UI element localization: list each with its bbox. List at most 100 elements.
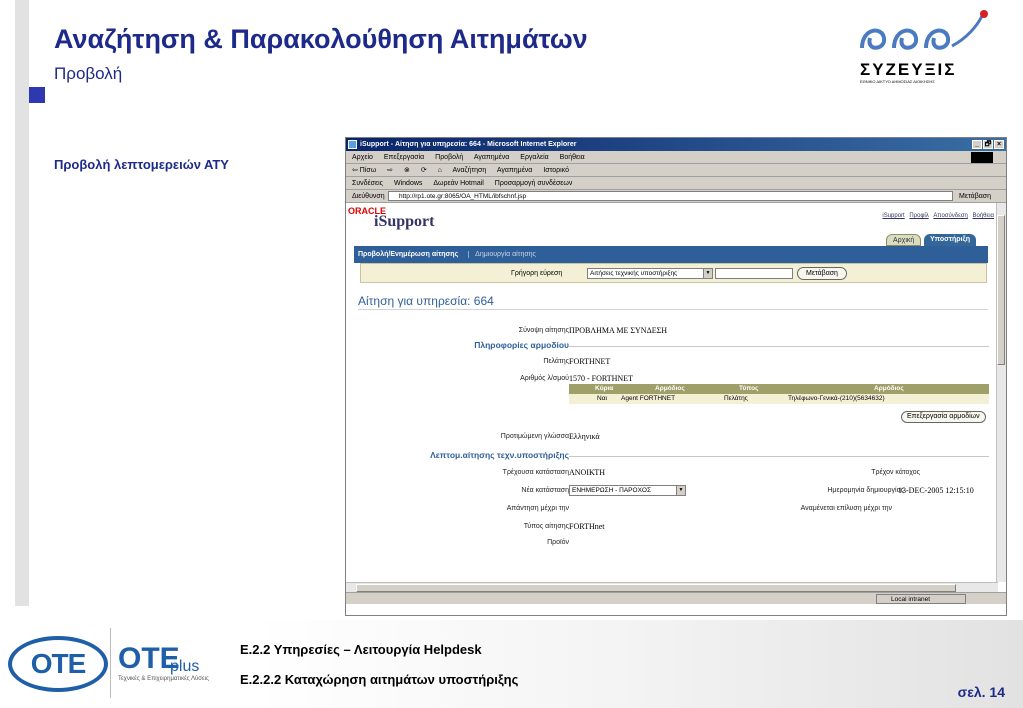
horizontal-scrollbar[interactable] <box>346 582 998 592</box>
favorites-button[interactable]: Αγαπημένα <box>497 167 533 174</box>
vertical-scroll-thumb[interactable] <box>997 215 1005 365</box>
oteplus-suffix: plus <box>170 658 200 675</box>
logo-tagline: ΕΘΝΙΚΟ ΔΙΚΤΥΟ ΔΗΜΟΣΙΑΣ ΔΙΟΙΚΗΣΗΣ <box>860 79 935 84</box>
subtab-create[interactable]: Δημιουργία αίτησης <box>468 251 536 258</box>
link-help[interactable]: Βοήθεια <box>973 213 995 219</box>
contacts-table: Κύρια Αρμόδιος Τύπος Αρμόδιος Ναι Agent … <box>569 384 989 404</box>
product-label: Προϊόν <box>547 539 569 546</box>
menu-help[interactable]: Βοήθεια <box>560 154 585 161</box>
back-button[interactable]: ⇦ Πίσω <box>352 167 376 174</box>
link-windows[interactable]: Windows <box>394 180 422 187</box>
slide-footer: OTE OTE plus Τεχνικές & Επιχειρηματικές … <box>0 620 1023 708</box>
windows-logo-icon <box>971 152 993 163</box>
chevron-down-icon: ▼ <box>703 269 712 278</box>
tab-support[interactable]: Υποστήριξη <box>924 234 976 246</box>
status-value: ΑΝΟΙΚΤΗ <box>569 468 606 477</box>
slide-subtitle: Προβολή <box>54 64 123 83</box>
menu-edit[interactable]: Επεξεργασία <box>384 154 424 161</box>
link-hotmail[interactable]: Δωρεάν Hotmail <box>433 180 483 187</box>
menu-favorites[interactable]: Αγαπημένα <box>474 154 510 161</box>
customer-label: Πελάτης <box>543 358 569 365</box>
logo-wordmark: ΣΥΖΕΥΞΙΣ <box>860 60 957 79</box>
blue-square-decoration <box>29 87 45 103</box>
quick-find-input[interactable] <box>715 268 793 279</box>
window-title: iSupport - Αίτηση για υπηρεσία: 664 - Mi… <box>360 141 577 148</box>
link-logout[interactable]: Αποσύνδεση <box>933 213 967 219</box>
request-type-value: FORTHnet <box>569 522 605 531</box>
cell-contact-detail: Τηλέφωνο-Γενικά-(210)(5634632) <box>788 395 885 402</box>
col-type: Τύπος <box>739 385 759 392</box>
forward-button[interactable]: ⇨ <box>387 167 393 174</box>
browser-screenshot: iSupport - Αίτηση για υπηρεσία: 664 - Mi… <box>345 137 1007 616</box>
account-value: 1570 - FORTHNET <box>569 374 633 383</box>
footer-line-2: Ε.2.2.2 Καταχώρηση αιτημάτων υποστήριξης <box>240 672 519 687</box>
slide-title: Αναζήτηση & Παρακολούθηση Αιτημάτων <box>54 24 588 54</box>
subtab-bar: Προβολή/Ενημέρωση αίτησης Δημιουργία αίτ… <box>354 246 988 263</box>
chevron-down-icon: ▼ <box>676 486 685 495</box>
window-titlebar: iSupport - Αίτηση για υπηρεσία: 664 - Mi… <box>346 138 1006 151</box>
history-button[interactable]: Ιστορικό <box>543 167 569 174</box>
owner-label: Τρέχον κάτοχος <box>871 469 920 476</box>
ote-logo: OTE <box>8 636 108 692</box>
menu-view[interactable]: Προβολή <box>435 154 463 161</box>
search-button[interactable]: Αναζήτηση <box>452 167 486 174</box>
link-customize[interactable]: Προσαρμογή συνδέσεων <box>495 180 573 187</box>
created-value: 13-DEC-2005 12:15:10 <box>898 486 974 495</box>
address-label: Διεύθυνση <box>352 193 385 200</box>
page-number: σελ. 14 <box>957 684 1005 700</box>
horizontal-scroll-thumb[interactable] <box>356 584 956 592</box>
menu-bar: Αρχείο Επεξεργασία Προβολή Αγαπημένα Εργ… <box>346 151 1006 164</box>
section-label: Προβολή λεπτομερειών ΑΤΥ <box>54 157 229 172</box>
menu-tools[interactable]: Εργαλεία <box>520 154 548 161</box>
details-section-divider <box>569 456 989 457</box>
go-button[interactable]: Μετάβαση <box>959 190 991 203</box>
close-button[interactable]: × <box>994 140 1004 149</box>
language-value: Ελληνικά <box>569 432 600 441</box>
quick-find-bar: Γρήγορη εύρεση Αιτήσεις τεχνικής υποστήρ… <box>360 263 987 283</box>
edit-contacts-button[interactable]: Επεξεργασία αρμοδίων <box>901 411 986 423</box>
link-isupport[interactable]: iSupport <box>882 213 904 219</box>
quick-find-go-button[interactable]: Μετάβαση <box>797 267 847 280</box>
minimize-button[interactable]: _ <box>972 140 982 149</box>
footer-line-1: Ε.2.2 Υπηρεσίες – Λειτουργία Helpdesk <box>240 642 482 657</box>
contact-section-header: Πληροφορίες αρμοδίου <box>474 340 569 350</box>
new-status-label: Νέα κατάσταση <box>521 487 569 494</box>
reply-by-label: Απάντηση μέχρι την <box>506 505 569 512</box>
status-bar: Local intranet <box>346 592 1006 604</box>
title-divider <box>358 309 988 310</box>
tab-home[interactable]: Αρχική <box>886 234 922 246</box>
details-section-header: Λεπτομ.αίτησης τεχν.υποστήριξης <box>430 450 569 460</box>
created-label: Ημερομηνία δημιουργίας <box>827 487 904 494</box>
link-profile[interactable]: Προφίλ <box>909 213 928 219</box>
new-status-select-value: ΕΝΗΜΕΡΩΣΗ - ΠΑΡΟΧΟΣ <box>572 487 651 494</box>
quick-find-label: Γρήγορη εύρεση <box>511 270 563 277</box>
stop-button[interactable]: ⊗ <box>404 167 410 174</box>
quick-find-select[interactable]: Αιτήσεις τεχνικής υποστήριξης ▼ <box>587 268 713 279</box>
menu-file[interactable]: Αρχείο <box>352 154 373 161</box>
request-type-label: Τύπος αίτησης <box>523 523 569 530</box>
new-status-select[interactable]: ΕΝΗΜΕΡΩΣΗ - ΠΑΡΟΧΟΣ ▼ <box>569 485 686 496</box>
links-bar: Συνδέσεις Windows Δωρεάν Hotmail Προσαρμ… <box>346 177 1006 190</box>
col-contact: Αρμόδιος <box>655 385 685 392</box>
vertical-scrollbar[interactable] <box>996 203 1006 582</box>
summary-value: ΠΡΟΒΛΗΜΑ ΜΕ ΣΥΝΔΕΣΗ <box>569 326 668 335</box>
syzefxis-logo: ΣΥΖΕΥΞΙΣ ΕΘΝΙΚΟ ΔΙΚΤΥΟ ΔΗΜΟΣΙΑΣ ΔΙΟΙΚΗΣΗ… <box>852 8 992 88</box>
language-label: Προτιμώμενη γλώσσα <box>500 433 569 440</box>
toolbar: ⇦ Πίσω ⇨ ⊗ ⟳ ⌂ Αναζήτηση Αγαπημένα Ιστορ… <box>346 164 1006 177</box>
home-button[interactable]: ⌂ <box>438 167 442 174</box>
isupport-logo: iSupport <box>374 213 435 230</box>
contacts-table-header: Κύρια Αρμόδιος Τύπος Αρμόδιος <box>569 384 989 394</box>
left-accent-bar <box>15 0 29 606</box>
address-bar: Διεύθυνση http://rp1.ote.gr:8065/OA_HTML… <box>346 190 1006 203</box>
refresh-button[interactable]: ⟳ <box>421 167 427 174</box>
subtab-view-update[interactable]: Προβολή/Ενημέρωση αίτησης <box>358 251 458 258</box>
address-input[interactable]: http://rp1.ote.gr:8065/OA_HTML/ibfschnf.… <box>388 191 953 201</box>
request-title: Αίτηση για υπηρεσία: 664 <box>358 294 494 308</box>
account-label: Αριθμός λ/σμού <box>520 375 569 382</box>
syzefxis-swirl-icon <box>860 10 988 50</box>
cell-contact: Agent FORTHNET <box>621 395 676 402</box>
ote-logo-text: OTE <box>30 648 87 679</box>
oteplus-tagline: Τεχνικές & Επιχειρηματικές Λύσεις <box>118 676 209 682</box>
quick-find-select-value: Αιτήσεις τεχνικής υποστήριξης <box>590 270 678 277</box>
maximize-button[interactable]: 🗗 <box>983 140 993 149</box>
